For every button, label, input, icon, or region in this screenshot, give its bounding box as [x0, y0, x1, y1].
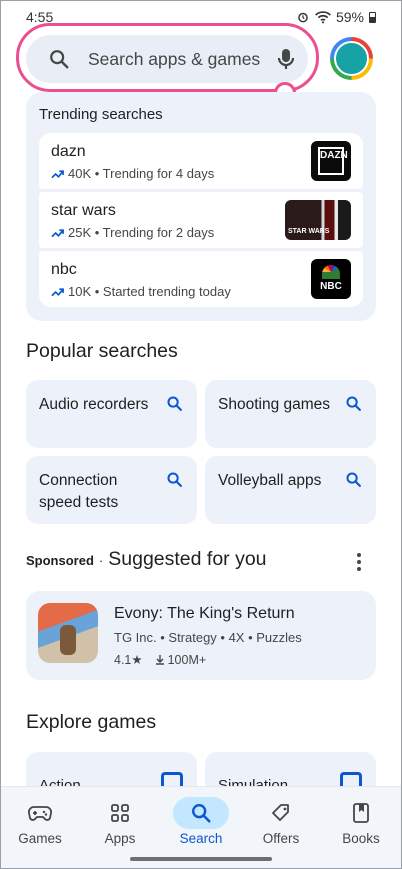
nav-label: Search [179, 831, 223, 846]
trending-item-meta-text: 10K • Started trending today [68, 284, 231, 299]
nav-search[interactable]: Search [161, 787, 241, 857]
trending-item-name: nbc [51, 261, 77, 278]
search-icon [173, 797, 229, 829]
gesture-home-bar[interactable] [130, 857, 272, 861]
annotation-highlight-ring [16, 23, 319, 92]
trending-up-icon [51, 228, 64, 237]
chip-label: Audio recorders [39, 396, 149, 413]
trending-item-name: star wars [51, 202, 116, 219]
battery-icon [369, 11, 376, 23]
tag-icon [253, 797, 309, 829]
trending-item-meta: 10K • Started trending today [51, 284, 231, 299]
star-wars-logo-text: STAR WARS [288, 228, 330, 235]
book-icon [333, 797, 389, 829]
search-icon [346, 396, 361, 411]
search-icon [167, 472, 182, 487]
app-downloads-group: 100M+ [155, 652, 207, 667]
gamepad-icon [12, 797, 68, 829]
trending-up-icon [51, 287, 64, 296]
trending-item-name: dazn [51, 143, 86, 160]
popular-chip-audio-recorders[interactable]: Audio recorders [26, 380, 197, 448]
chip-label: Volleyball apps [218, 472, 322, 489]
app-name: Evony: The King's Return [114, 605, 295, 622]
app-stats: 4.1★ 100M+ [114, 652, 207, 668]
wifi-icon [315, 11, 331, 24]
separator-dot: · [98, 553, 104, 568]
app-downloads: 100M+ [167, 652, 207, 667]
suggested-title: Suggested for you [108, 548, 267, 570]
nav-label: Books [342, 831, 380, 846]
app-meta: TG Inc. • Strategy • 4X • Puzzles [114, 630, 302, 645]
popular-chip-volleyball-apps[interactable]: Volleyball apps [205, 456, 376, 524]
star-wars-thumbnail: STAR WARS [285, 200, 351, 240]
alarm-icon [298, 12, 308, 23]
nav-label: Offers [262, 831, 300, 846]
popular-searches-title: Popular searches [26, 340, 178, 362]
chip-label: Connection speed tests [39, 472, 119, 511]
simulation-category-icon [340, 772, 362, 786]
sponsored-label: Sponsored [26, 553, 94, 568]
trending-item-meta-text: 25K • Trending for 2 days [68, 225, 215, 240]
trending-item-dazn[interactable]: dazn 40K • Trending for 4 days DAZN [39, 133, 363, 189]
nav-offers[interactable]: Offers [241, 787, 321, 857]
download-icon [155, 655, 164, 665]
trending-item-meta-text: 40K • Trending for 4 days [68, 166, 215, 181]
dazn-logo-text: DAZN [318, 147, 348, 175]
nav-books[interactable]: Books [321, 787, 401, 857]
nbc-thumbnail: NBC [311, 259, 351, 299]
trending-title: Trending searches [39, 106, 163, 123]
action-category-icon [161, 772, 183, 786]
nav-label: Apps [104, 831, 136, 846]
more-options-icon[interactable] [352, 552, 366, 572]
nav-label: Games [18, 831, 62, 846]
nav-apps[interactable]: Apps [80, 787, 160, 857]
dazn-thumbnail: DAZN [311, 141, 351, 181]
account-avatar[interactable] [330, 37, 373, 80]
battery-percent: 59% [335, 9, 364, 25]
nav-games[interactable]: Games [0, 787, 80, 857]
trending-item-meta: 25K • Trending for 2 days [51, 225, 214, 240]
peacock-logo-icon [322, 265, 340, 279]
popular-chip-shooting-games[interactable]: Shooting games [205, 380, 376, 448]
chip-label: Shooting games [218, 396, 331, 413]
suggested-app-card[interactable]: Evony: The King's Return TG Inc. • Strat… [26, 591, 376, 680]
trending-item-meta: 40K • Trending for 4 days [51, 166, 214, 181]
search-icon [167, 396, 182, 411]
suggested-header: Sponsored · Suggested for you [26, 548, 267, 571]
trending-up-icon [51, 169, 64, 178]
trending-item-star-wars[interactable]: star wars 25K • Trending for 2 days STAR… [39, 192, 363, 248]
trending-searches-card: Trending searches dazn 40K • Trending fo… [26, 92, 376, 321]
apps-grid-icon [92, 797, 148, 829]
explore-games-title: Explore games [26, 711, 157, 733]
status-right: 59% [296, 9, 376, 25]
nbc-logo-text: NBC [320, 281, 342, 292]
app-rating: 4.1★ [114, 653, 143, 667]
trending-item-nbc[interactable]: nbc 10K • Started trending today NBC [39, 251, 363, 307]
app-icon [38, 603, 98, 663]
search-icon [346, 472, 361, 487]
popular-chip-connection-speed-tests[interactable]: Connection speed tests [26, 456, 197, 524]
